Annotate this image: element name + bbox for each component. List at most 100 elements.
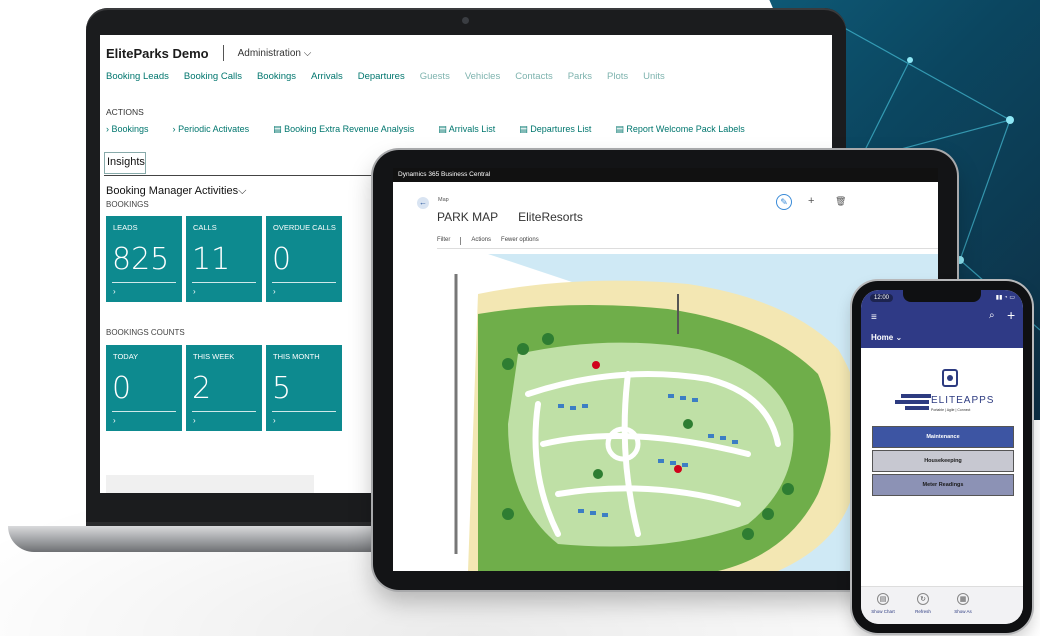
chevron-right-icon: ›: [273, 287, 276, 296]
placeholder-panel: [106, 475, 314, 493]
edit-icon[interactable]: ✎: [776, 194, 792, 210]
phone-header: 12:00 ▮▮ ◔ ▭ ≡ ⌕ + Home ⌄: [861, 290, 1023, 348]
nav-item-booking-calls[interactable]: Booking Calls: [184, 71, 242, 82]
tile-calls[interactable]: CALLS 11 ›: [186, 216, 262, 302]
status-icons: ▮▮ ◔ ▭: [995, 295, 1015, 301]
nav-item-booking-leads[interactable]: Booking Leads: [106, 71, 169, 82]
tile-divider: [112, 282, 176, 283]
tile-divider: [112, 411, 176, 412]
home-menu[interactable]: Home ⌄: [871, 333, 902, 342]
chevron-right-icon: ›: [193, 287, 196, 296]
activities-heading[interactable]: Booking Manager Activities⌵: [106, 185, 246, 198]
tile-this-week[interactable]: THIS WEEK 2 ›: [186, 345, 262, 431]
refresh-tab[interactable]: ↻ Refresh: [903, 593, 943, 614]
role-center-menu[interactable]: Administration ⌵: [238, 48, 312, 59]
nav-item-bookings[interactable]: Bookings: [257, 71, 296, 82]
nav-item-parks[interactable]: Parks: [568, 71, 592, 82]
page-caption: Map: [438, 197, 449, 203]
plus-icon[interactable]: +: [808, 195, 814, 207]
tile-value: 0: [272, 242, 292, 277]
back-arrow-icon[interactable]: ←: [417, 197, 429, 209]
refresh-icon: ↻: [917, 593, 929, 605]
page-title-text: PARK MAP: [437, 210, 499, 224]
tab-label: Show Chart: [871, 609, 895, 614]
action-label: Periodic Activates: [178, 124, 250, 134]
menu-actions[interactable]: Actions: [471, 237, 491, 245]
housekeeping-button[interactable]: Housekeeping: [872, 450, 1014, 472]
home-label: Home: [871, 333, 894, 342]
tile-label: CALLS: [193, 223, 217, 232]
action-bookings[interactable]: › Bookings: [106, 124, 149, 135]
search-icon[interactable]: ⌕: [989, 310, 995, 321]
chevron-down-icon: ⌄: [895, 333, 903, 342]
nav-item-contacts[interactable]: Contacts: [515, 71, 553, 82]
tile-divider: [272, 411, 336, 412]
park-name: EliteResorts: [518, 210, 583, 224]
page-title: PARK MAP EliteResorts: [437, 210, 583, 224]
trash-icon[interactable]: 🗑: [835, 196, 846, 207]
nav-bar: Booking Leads Booking Calls Bookings Arr…: [106, 71, 665, 82]
tile-label: TODAY: [113, 352, 139, 361]
chevron-right-icon: ›: [106, 124, 109, 134]
nav-item-vehicles[interactable]: Vehicles: [465, 71, 500, 82]
tile-divider: [192, 411, 256, 412]
laptop-base: [8, 526, 408, 552]
action-periodic-activates[interactable]: › Periodic Activates: [173, 124, 250, 135]
company-name[interactable]: EliteParks Demo: [106, 46, 209, 61]
actions-heading: ACTIONS: [106, 107, 144, 117]
list-icon: ▦: [957, 593, 969, 605]
tile-value: 0: [112, 371, 132, 406]
tile-this-month[interactable]: THIS MONTH 5 ›: [266, 345, 342, 431]
phone-screen: 12:00 ▮▮ ◔ ▭ ≡ ⌕ + Home ⌄ ELITEAPPS Port…: [861, 290, 1023, 624]
nav-item-departures[interactable]: Departures: [358, 71, 405, 82]
menu-fewer-options[interactable]: Fewer options: [501, 237, 539, 245]
action-label: Arrivals List: [448, 124, 496, 134]
chevron-right-icon: ›: [113, 287, 116, 296]
phone-frame: 12:00 ▮▮ ◔ ▭ ≡ ⌕ + Home ⌄ ELITEAPPS Port…: [852, 281, 1032, 633]
app-title-bar: Dynamics 365 Business Central: [393, 168, 938, 182]
nav-item-units[interactable]: Units: [643, 71, 665, 82]
maintenance-button[interactable]: Maintenance: [872, 426, 1014, 448]
insights-tab[interactable]: Insights: [104, 152, 146, 174]
tab-label: Refresh: [915, 609, 931, 614]
role-center-label: Administration: [237, 47, 301, 59]
app-header: EliteParks Demo Administration ⌵: [106, 45, 311, 61]
action-label: Bookings: [111, 124, 149, 134]
tile-label: THIS MONTH: [273, 352, 320, 361]
report-icon: ▤: [615, 124, 624, 134]
action-arrivals-list[interactable]: ▤ Arrivals List: [438, 124, 495, 135]
action-extra-revenue-analysis[interactable]: ▤ Booking Extra Revenue Analysis: [273, 124, 414, 135]
tile-today[interactable]: TODAY 0 ›: [106, 345, 182, 431]
divider: [437, 248, 938, 249]
nav-item-arrivals[interactable]: Arrivals: [311, 71, 343, 82]
tile-label: OVERDUE CALLS: [273, 223, 336, 232]
activities-label: Booking Manager Activities: [106, 185, 239, 197]
tile-leads[interactable]: LEADS 825 ›: [106, 216, 182, 302]
divider: [104, 175, 394, 176]
tile-divider: [192, 282, 256, 283]
brand-name: ELITEAPPS: [931, 395, 995, 406]
hamburger-menu-icon[interactable]: ≡: [871, 312, 877, 323]
chevron-right-icon: ›: [172, 124, 176, 134]
action-label: Booking Extra Revenue Analysis: [284, 124, 415, 134]
action-welcome-pack-labels[interactable]: ▤ Report Welcome Pack Labels: [615, 124, 744, 135]
tile-overdue-calls[interactable]: OVERDUE CALLS 0 ›: [266, 216, 342, 302]
menu-filter[interactable]: Filter: [437, 237, 450, 245]
nav-item-guests[interactable]: Guests: [420, 71, 450, 82]
laptop-camera: [462, 17, 469, 24]
page-menu: Filter Actions Fewer options: [437, 237, 539, 245]
phone-notch: [903, 290, 981, 302]
tile-value: 2: [192, 371, 212, 406]
show-chart-tab[interactable]: ▤ Show Chart: [863, 593, 903, 614]
action-departures-list[interactable]: ▤ Departures List: [519, 124, 591, 135]
action-label: Report Welcome Pack Labels: [626, 124, 745, 134]
chevron-right-icon: ›: [273, 416, 276, 425]
chevron-down-icon: ⌵: [303, 47, 312, 59]
chevron-right-icon: ›: [113, 416, 116, 425]
show-as-tab[interactable]: ▦ Show As: [943, 593, 983, 614]
plus-icon[interactable]: +: [1007, 307, 1015, 323]
nav-item-plots[interactable]: Plots: [607, 71, 628, 82]
header-divider: [222, 45, 224, 61]
actions-bar: › Bookings › Periodic Activates ▤ Bookin…: [106, 124, 745, 135]
meter-readings-button[interactable]: Meter Readings: [872, 474, 1014, 496]
